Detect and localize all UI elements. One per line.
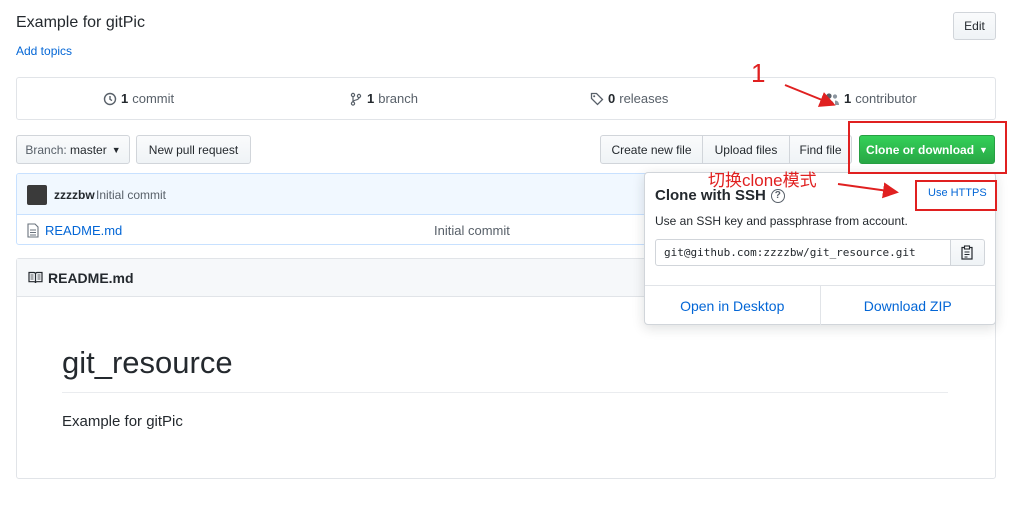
releases-label: releases [619, 91, 669, 106]
add-topics-link[interactable]: Add topics [16, 44, 72, 58]
commits-link[interactable]: 1 commit [103, 91, 174, 106]
popup-description: Use an SSH key and passphrase from accou… [655, 214, 908, 228]
releases-count: 0 [608, 91, 616, 106]
history-icon [103, 92, 117, 105]
numbers-summary: 1 commit 1 branch 0 releases 1 contribut… [16, 77, 996, 120]
divider [62, 392, 948, 393]
file-name-link[interactable]: README.md [45, 223, 122, 238]
clone-url-input[interactable]: git@github.com:zzzzbw/git_resource.git [655, 239, 951, 266]
new-pull-request-button[interactable]: New pull request [136, 135, 251, 164]
readme-title: README.md [48, 270, 134, 286]
repo-description: Example for gitPic [16, 14, 145, 31]
clipboard-icon [961, 245, 973, 260]
avatar[interactable] [27, 185, 47, 205]
tag-icon [590, 92, 604, 105]
file-icon [27, 223, 39, 238]
annotation-text: 切换clone模式 [708, 171, 817, 190]
contributors-count: 1 [844, 91, 852, 106]
commits-count: 1 [121, 91, 129, 106]
file-commit-message[interactable]: Initial commit [434, 223, 510, 238]
caret-down-icon: ▼ [111, 144, 121, 155]
edit-button[interactable]: Edit [953, 12, 996, 40]
releases-link[interactable]: 0 releases [590, 91, 668, 106]
annotation-box-https [915, 180, 997, 211]
branches-link[interactable]: 1 branch [349, 91, 418, 106]
commits-label: commit [132, 91, 175, 106]
commit-author[interactable]: zzzzbw [54, 188, 95, 202]
copy-button[interactable] [950, 239, 985, 266]
create-new-file-button[interactable]: Create new file [600, 135, 703, 164]
branches-label: branch [378, 91, 418, 106]
readme-heading: git_resource [62, 345, 233, 380]
contributors-label: contributor [855, 91, 917, 106]
file-actions-group: Create new file Upload files Find file [600, 135, 852, 164]
annotation-number: 1 [751, 58, 766, 88]
people-icon [824, 92, 839, 105]
book-icon [28, 271, 43, 284]
annotation-box-clone [848, 121, 1007, 174]
upload-files-button[interactable]: Upload files [702, 135, 790, 164]
commit-message[interactable]: Initial commit [96, 188, 166, 202]
popup-footer: Open in Desktop Download ZIP [645, 285, 995, 325]
branch-select-button[interactable]: Branch: master ▼ [16, 135, 130, 164]
branch-prefix: Branch: [25, 142, 67, 157]
contributors-link[interactable]: 1 contributor [823, 91, 917, 106]
branch-name: master [70, 142, 107, 157]
readme-paragraph: Example for gitPic [62, 413, 183, 430]
branches-count: 1 [367, 91, 375, 106]
open-in-desktop-button[interactable]: Open in Desktop [645, 286, 821, 325]
branch-icon [350, 92, 362, 106]
download-zip-button[interactable]: Download ZIP [821, 286, 996, 325]
find-file-button[interactable]: Find file [789, 135, 852, 164]
